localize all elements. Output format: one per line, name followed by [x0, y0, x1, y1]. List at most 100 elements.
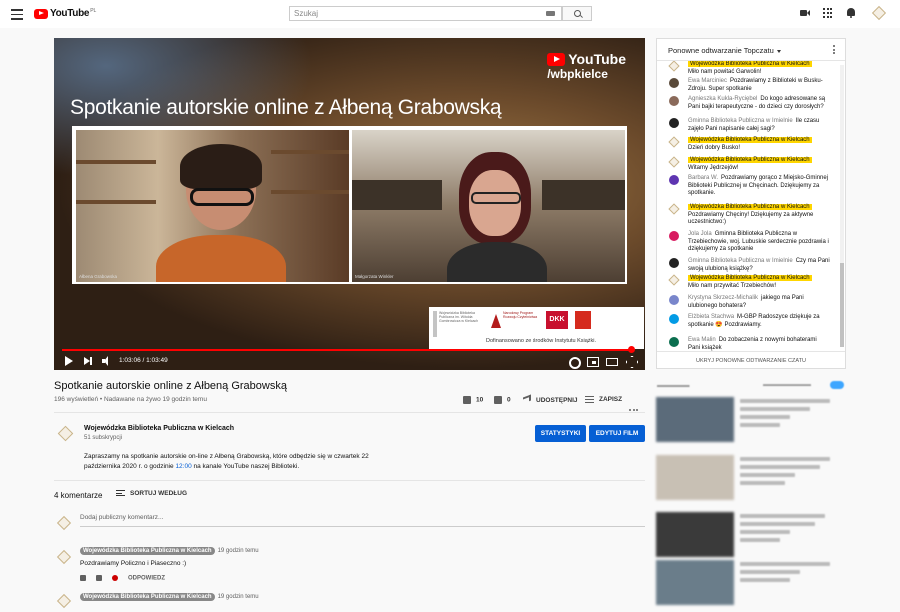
divider	[54, 412, 645, 413]
chat-author-name[interactable]: Wojewódzka Biblioteka Publiczna w Kielca…	[688, 275, 812, 281]
chat-author-name[interactable]: Ewa Malin	[688, 337, 716, 343]
video-title: Spotkanie autorskie online z Ałbeną Grab…	[54, 380, 287, 392]
chat-author-name[interactable]: Wojewódzka Biblioteka Publiczna w Kielca…	[688, 204, 812, 210]
user-avatar	[56, 515, 72, 531]
chat-author-avatar[interactable]	[669, 118, 679, 128]
video-info	[740, 457, 840, 489]
youtube-logo[interactable]: YouTube PL	[34, 8, 96, 19]
statistics-button[interactable]: STATYSTYKI	[535, 425, 586, 442]
thumbs-up-icon	[463, 396, 471, 404]
chat-author-name[interactable]: Agnieszka Kukla-Ryciębel	[688, 96, 757, 102]
video-split-frame: Ałbena Grabowska Małgorzata Winkler	[72, 126, 627, 284]
right-camera-feed: Małgorzata Winkler	[352, 130, 625, 282]
channel-name[interactable]: Wojewódzka Biblioteka Publiczna w Kielca…	[84, 425, 234, 432]
comment-author[interactable]: Wojewódzka Biblioteka Publiczna w Kielca…	[80, 547, 215, 555]
channel-watermark: YouTube /wbpkielce	[547, 51, 626, 81]
autoplay-label: ▬▬▬▬▬▬▬▬	[763, 382, 811, 388]
chat-author-avatar[interactable]	[668, 156, 680, 168]
chat-author-name[interactable]: Barbara W.	[688, 175, 718, 181]
progress-bar[interactable]	[62, 349, 631, 351]
like-button[interactable]: 10	[463, 396, 483, 404]
search-input[interactable]: Szukaj	[289, 6, 562, 21]
settings-icon[interactable]	[568, 356, 581, 369]
chat-author-name[interactable]: Elżbieta Stachwa	[688, 314, 734, 320]
chat-author-name[interactable]: Wojewódzka Biblioteka Publiczna w Kielca…	[688, 137, 812, 143]
chat-author-name[interactable]: Krystyna Skrzecz-Michalik	[688, 295, 758, 301]
chat-author-name[interactable]: Wojewódzka Biblioteka Publiczna w Kielca…	[688, 61, 812, 67]
search-button[interactable]	[562, 6, 592, 21]
reply-button[interactable]: ODPOWIEDZ	[128, 576, 165, 582]
hide-chat-replay-button[interactable]: UKRYJ PONOWNE ODTWARZANIE CZATU	[657, 351, 845, 369]
heart-icon[interactable]	[112, 575, 118, 581]
chat-author-name[interactable]: Wojewódzka Biblioteka Publiczna w Kielca…	[688, 157, 812, 163]
save-button[interactable]: ZAPISZ	[585, 396, 622, 403]
description-text: na kanale YouTube naszej Biblioteki.	[191, 463, 300, 470]
recommended-video[interactable]	[656, 455, 846, 500]
chat-author-avatar[interactable]	[669, 231, 679, 241]
caption-left: Ałbena Grabowska	[79, 274, 118, 279]
channel-avatar[interactable]	[57, 425, 74, 442]
dislike-button[interactable]: 0	[494, 396, 511, 404]
chat-author-avatar[interactable]	[669, 295, 679, 305]
chat-author-avatar[interactable]	[669, 337, 679, 347]
chat-author-avatar[interactable]	[669, 258, 679, 268]
recommended-video[interactable]	[656, 397, 846, 442]
chat-author-name[interactable]: Gminna Biblioteka Publiczna w Imielnie	[688, 118, 793, 124]
volume-icon[interactable]	[102, 356, 112, 366]
chat-scroll-thumb[interactable]	[840, 263, 844, 347]
add-comment-input[interactable]: Dodaj publiczny komentarz...	[80, 514, 645, 527]
keyboard-icon[interactable]	[546, 11, 555, 16]
left-camera-feed: Ałbena Grabowska	[76, 130, 349, 282]
recommended-video[interactable]	[656, 560, 846, 605]
chat-message-body: Elżbieta Stachwa M-GBP Radoszyce dziękuje…	[688, 314, 830, 329]
fullscreen-icon[interactable]	[626, 356, 636, 366]
recommended-video[interactable]	[656, 512, 846, 557]
comment-time[interactable]: 19 godzin temu	[218, 594, 259, 600]
account-avatar[interactable]	[871, 5, 887, 21]
chat-messages[interactable]: Wojewódzka Biblioteka Publiczna w Kielca…	[657, 61, 839, 351]
chat-message-body: Wojewódzka Biblioteka Publiczna w Kielca…	[688, 137, 830, 152]
edit-video-button[interactable]: EDYTUJ FILM	[589, 425, 645, 442]
chat-title: Ponowne odtwarzanie Topczatu	[668, 46, 774, 55]
chat-author-avatar[interactable]	[669, 96, 679, 106]
chat-author-name[interactable]: Jola Jola	[688, 231, 712, 237]
more-actions-icon[interactable]	[629, 398, 640, 416]
miniplayer-icon[interactable]	[587, 356, 599, 367]
notifications-icon[interactable]	[846, 8, 856, 18]
chat-author-avatar[interactable]	[669, 314, 679, 324]
thumbs-up-icon[interactable]	[80, 575, 86, 581]
more-vert-icon[interactable]	[833, 45, 835, 56]
chat-author-avatar[interactable]	[668, 203, 680, 215]
video-thumbnail	[656, 455, 734, 500]
autoplay-toggle[interactable]	[830, 381, 844, 389]
video-player[interactable]: YouTube /wbpkielce Spotkanie autorskie o…	[54, 38, 645, 370]
bookshelf	[271, 150, 349, 154]
chat-author-avatar[interactable]	[669, 175, 679, 185]
chat-author-avatar[interactable]	[669, 78, 679, 88]
chat-author-avatar[interactable]	[668, 274, 680, 286]
thumbs-down-icon[interactable]	[96, 575, 102, 581]
timestamp-link[interactable]: 12:00	[175, 463, 191, 470]
next-icon[interactable]	[84, 356, 94, 366]
share-button[interactable]: UDOSTĘPNIJ	[523, 394, 578, 404]
comment-avatar[interactable]	[56, 549, 72, 565]
comment-text: Pozdrawiamy Policzno i Piaseczno :)	[80, 560, 187, 567]
bookshelf	[76, 160, 156, 164]
comment-actions: ODPOWIEDZ	[80, 575, 165, 582]
play-icon[interactable]	[64, 356, 74, 366]
chat-mode-dropdown[interactable]: Ponowne odtwarzanie Topczatu	[668, 46, 781, 55]
sort-comments-button[interactable]: SORTUJ WEDŁUG	[116, 490, 187, 497]
progress-scrubber[interactable]	[627, 346, 635, 353]
chat-author-name[interactable]: Gminna Biblioteka Publiczna w Imielnie	[688, 258, 793, 264]
comment-time[interactable]: 19 godzin temu	[218, 548, 259, 554]
apps-icon[interactable]	[823, 8, 833, 18]
comment-avatar[interactable]	[56, 593, 72, 609]
video-thumbnail	[656, 560, 734, 605]
chat-author-name[interactable]: Ewa Marciniec	[688, 78, 727, 84]
chat-author-avatar[interactable]	[668, 61, 680, 72]
theater-mode-icon[interactable]	[606, 356, 618, 366]
chat-header: Ponowne odtwarzanie Topczatu	[657, 39, 845, 61]
chat-author-avatar[interactable]	[668, 136, 680, 148]
create-video-icon[interactable]	[800, 8, 810, 18]
menu-icon[interactable]	[11, 9, 23, 20]
